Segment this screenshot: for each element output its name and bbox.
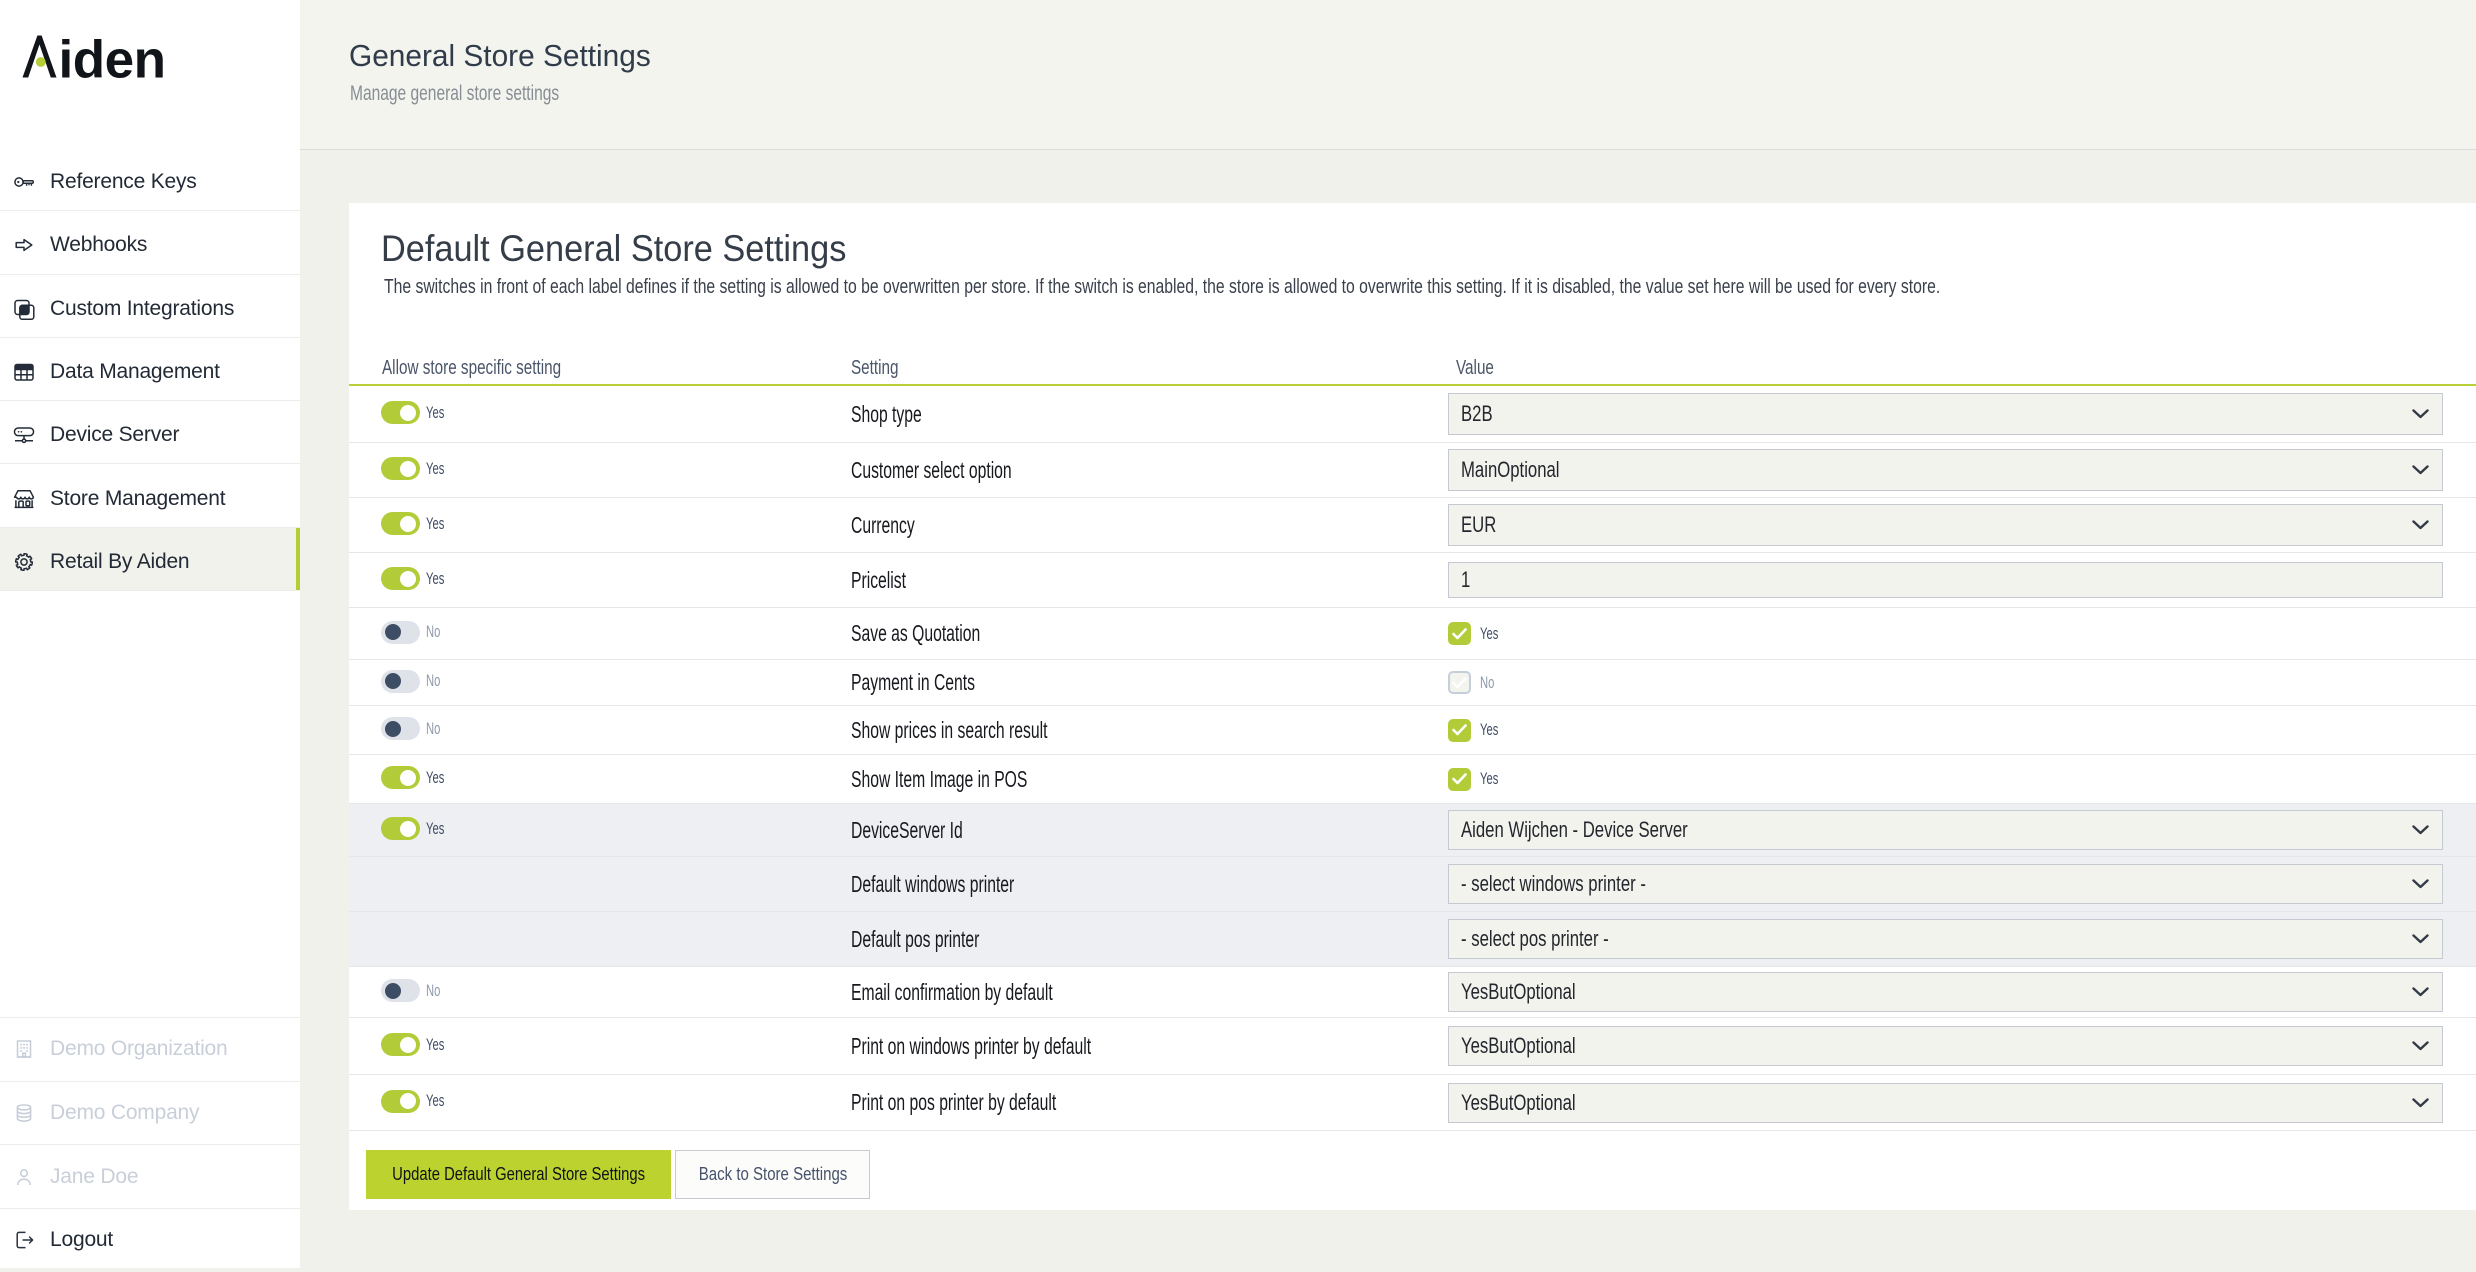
- svg-text:iden: iden: [59, 31, 166, 81]
